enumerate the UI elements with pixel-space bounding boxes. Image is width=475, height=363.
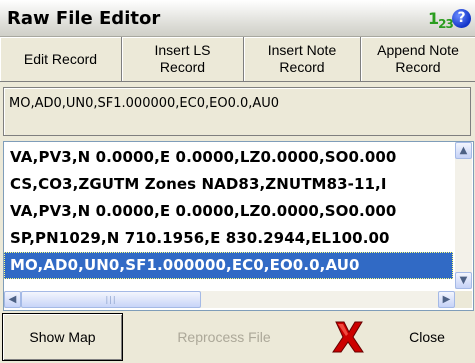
record-rows: VA,PV3,N 0.0000,E 0.0000,LZ0.0000,SO0.00… xyxy=(4,144,453,279)
close-button[interactable]: Close xyxy=(382,313,472,361)
insert-ls-label-line1: Insert LS xyxy=(154,42,211,58)
insert-note-label-line1: Insert Note xyxy=(267,42,337,58)
current-record-text: MO,AD0,UN0,SF1.000000,EC0,EO0.0,AU0 xyxy=(9,96,280,111)
list-item[interactable]: VA,PV3,N 0.0000,E 0.0000,LZ0.0000,SO0.00… xyxy=(4,198,453,225)
close-x-icon xyxy=(332,321,364,353)
append-note-label-line2: Record xyxy=(395,59,441,75)
record-list[interactable]: VA,PV3,N 0.0000,E 0.0000,LZ0.0000,SO0.00… xyxy=(3,141,474,311)
horizontal-scrollbar[interactable]: ◀ ||| ▶ xyxy=(4,291,455,308)
scroll-up-icon[interactable]: ▲ xyxy=(455,142,472,159)
edit-record-button[interactable]: Edit Record xyxy=(0,37,122,82)
insert-ls-label-line2: Record xyxy=(159,59,206,75)
window-title: Raw File Editor xyxy=(7,8,161,29)
insert-ls-label: Insert LS Record xyxy=(154,42,210,76)
title-bar: Raw File Editor 123 ? xyxy=(0,0,475,37)
number-icon-sub: 23 xyxy=(438,17,454,32)
insert-note-record-button[interactable]: Insert Note Record xyxy=(244,37,361,82)
show-map-label: Show Map xyxy=(29,329,96,345)
close-label: Close xyxy=(409,329,445,345)
number-icon-main: 1 xyxy=(428,9,439,28)
show-map-button[interactable]: Show Map xyxy=(2,313,123,361)
list-item[interactable]: SP,PN1029,N 710.1956,E 830.2944,EL100.00 xyxy=(4,225,453,252)
bottom-bar: Show Map Reprocess File Close xyxy=(0,313,475,363)
help-icon[interactable]: ? xyxy=(452,9,471,28)
insert-note-label-line2: Record xyxy=(279,59,325,75)
list-item[interactable]: VA,PV3,N 0.0000,E 0.0000,LZ0.0000,SO0.00… xyxy=(4,144,453,171)
current-record-field[interactable]: MO,AD0,UN0,SF1.000000,EC0,EO0.0,AU0 xyxy=(3,87,471,136)
toolbar: Edit Record Insert LS Record Insert Note R… xyxy=(0,37,475,83)
number-input-icon[interactable]: 123 xyxy=(428,9,454,32)
scroll-left-icon[interactable]: ◀ xyxy=(4,291,21,308)
list-item[interactable]: CS,CO3,ZGUTM Zones NAD83,ZNUTM83-11,I xyxy=(4,171,453,198)
reprocess-file-label: Reprocess File xyxy=(177,329,271,345)
append-note-record-button[interactable]: Append Note Record xyxy=(361,37,475,82)
vertical-scrollbar[interactable]: ▲ ▼ xyxy=(455,142,472,289)
horizontal-scroll-thumb[interactable]: ||| xyxy=(21,291,201,308)
edit-record-label: Edit Record xyxy=(23,50,98,67)
insert-ls-record-button[interactable]: Insert LS Record xyxy=(122,37,244,82)
insert-note-label: Insert Note Record xyxy=(268,42,336,76)
list-item-selected[interactable]: MO,AD0,UN0,SF1.000000,EC0,EO0.0,AU0 xyxy=(4,252,453,279)
raw-file-editor-window: Raw File Editor 123 ? Edit Record Insert… xyxy=(0,0,475,363)
append-note-label-line1: Append Note xyxy=(377,42,459,58)
reprocess-file-button[interactable]: Reprocess File xyxy=(124,313,324,361)
scroll-down-icon[interactable]: ▼ xyxy=(455,272,472,289)
append-note-label: Append Note Record xyxy=(377,42,459,76)
scroll-right-icon[interactable]: ▶ xyxy=(438,291,455,308)
scrollbar-corner xyxy=(455,291,472,308)
